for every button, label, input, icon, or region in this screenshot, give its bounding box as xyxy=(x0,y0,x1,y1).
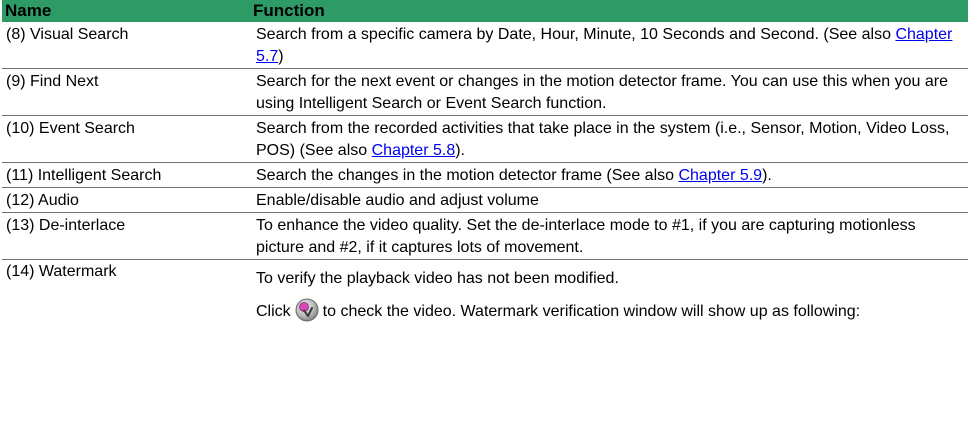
chapter-5-9-link[interactable]: Chapter 5.9 xyxy=(678,167,762,184)
table-body: (8) Visual Search Search from a specific… xyxy=(2,22,968,323)
chapter-5-8-link[interactable]: Chapter 5.8 xyxy=(372,142,456,159)
row-name-watermark: (14) Watermark xyxy=(6,263,117,280)
watermark-verify-icon[interactable] xyxy=(295,298,319,322)
row-name-audio: (12) Audio xyxy=(2,187,250,213)
desc-text: Search from the recorded activities that… xyxy=(256,120,950,159)
desc-text: ). xyxy=(455,142,465,159)
desc-text: to check the video. Watermark verificati… xyxy=(322,303,861,320)
row-name-de-interlace: (13) De-interlace xyxy=(2,212,250,260)
table-row: (8) Visual Search Search from a specific… xyxy=(2,22,968,69)
row-name-event-search: (10) Event Search xyxy=(2,115,250,163)
table-row: (13) De-interlace To enhance the video q… xyxy=(2,212,968,260)
table-row: (14) Watermark To verify the playback vi… xyxy=(2,260,968,324)
desc-text: Click xyxy=(256,303,291,320)
row-name-visual-search: (8) Visual Search xyxy=(2,22,250,69)
row-desc-intelligent-search: Search the changes in the motion detecto… xyxy=(250,162,968,188)
row-name-intelligent-search: (11) Intelligent Search xyxy=(2,162,250,188)
row-desc-event-search: Search from the recorded activities that… xyxy=(250,115,968,163)
row-desc-de-interlace: To enhance the video quality. Set the de… xyxy=(250,212,968,260)
desc-text: Search from a specific camera by Date, H… xyxy=(256,26,896,43)
table-header: Name Function xyxy=(2,0,968,22)
row-desc-watermark: To verify the playback video has not bee… xyxy=(250,260,968,324)
table-row: (10) Event Search Search from the record… xyxy=(2,115,968,163)
row-desc-audio: Enable/disable audio and adjust volume xyxy=(250,187,968,213)
table-row: (12) Audio Enable/disable audio and adju… xyxy=(2,187,968,213)
function-table: Name Function (8) Visual Search Search f… xyxy=(2,0,968,323)
desc-text: ). xyxy=(762,167,772,184)
row-desc-find-next: Search for the next event or changes in … xyxy=(250,68,968,116)
row-desc-visual-search: Search from a specific camera by Date, H… xyxy=(250,22,968,69)
desc-text: To verify the playback video has not bee… xyxy=(256,270,619,287)
desc-text: ) xyxy=(278,48,284,65)
header-name: Name xyxy=(2,0,250,22)
table-row: (9) Find Next Search for the next event … xyxy=(2,68,968,116)
row-name-find-next: (9) Find Next xyxy=(2,68,250,116)
desc-text: Search the changes in the motion detecto… xyxy=(256,167,679,184)
table-row: (11) Intelligent Search Search the chang… xyxy=(2,162,968,188)
header-function: Function xyxy=(250,0,968,22)
